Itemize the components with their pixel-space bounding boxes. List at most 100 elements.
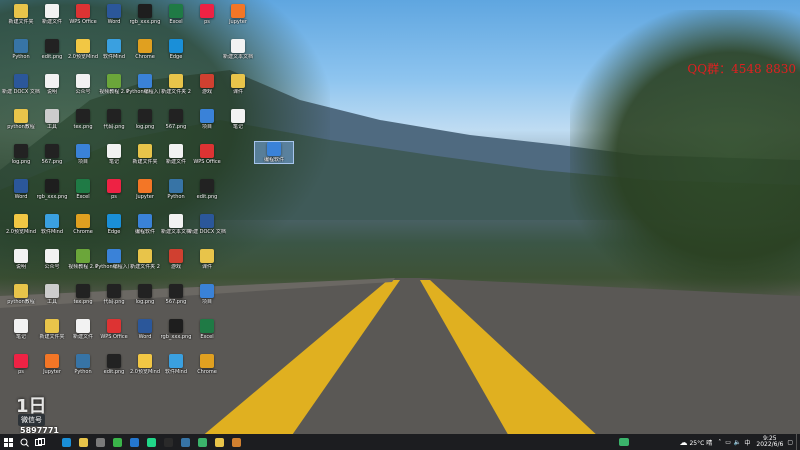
- task-view-button[interactable]: [32, 434, 48, 450]
- desktop-icon-label: Excel: [200, 334, 214, 340]
- file-icon: [14, 144, 28, 158]
- file-icon: [200, 249, 214, 263]
- file-icon: [45, 39, 59, 53]
- clock[interactable]: 9:25 2022/6/6: [756, 436, 783, 448]
- desktop-icon-label: edit.png: [196, 194, 218, 200]
- file-icon: [107, 284, 121, 298]
- network-icon[interactable]: ▭: [725, 439, 731, 446]
- desktop-icon[interactable]: 新建 DOCX 文档.docx: [188, 214, 226, 235]
- file-icon: [200, 214, 214, 228]
- file-icon: [169, 109, 183, 123]
- taskbar: ☁ 25°C 晴 ˄ ▭ 🔈 中 9:25 2022/6/6 ▢: [0, 434, 800, 450]
- notification-icon[interactable]: ▢: [787, 439, 793, 446]
- file-icon: [14, 354, 28, 368]
- file-icon: [45, 354, 59, 368]
- file-icon: [169, 319, 183, 333]
- watermark-pill: 微信号: [18, 414, 45, 426]
- taskbar-app-button[interactable]: [143, 434, 160, 450]
- channel-watermark: 1日 微信号 5897771: [6, 392, 64, 434]
- desktop[interactable]: 新建文件夹 新建文件 WPS Office Word rgb_xxx.png Excel p…: [0, 0, 800, 434]
- desktop-icon[interactable]: 项目: [188, 284, 226, 305]
- obs-icon: [164, 437, 173, 447]
- file-icon: [14, 214, 28, 228]
- file-icon: [107, 319, 121, 333]
- file-icon: [107, 39, 121, 53]
- desktop-icon[interactable]: 编程软件: [254, 141, 294, 164]
- system-tray: ☁ 25°C 晴 ˄ ▭ 🔈 中 9:25 2022/6/6 ▢: [619, 434, 800, 450]
- file-icon: [14, 109, 28, 123]
- file-icon: [267, 142, 281, 156]
- file-icon: [231, 39, 245, 53]
- file-icon: [76, 214, 90, 228]
- desktop-icon[interactable]: 笔记: [219, 109, 257, 130]
- file-explorer-icon: [79, 437, 88, 447]
- file-icon: [138, 4, 152, 18]
- show-desktop-button[interactable]: [796, 434, 800, 450]
- desktop-icon[interactable]: 课件: [219, 74, 257, 95]
- desktop-icon[interactable]: WPS Office: [188, 144, 226, 165]
- desktop-icon-label: 课件: [232, 89, 243, 95]
- file-icon: [107, 144, 121, 158]
- desktop-icon-label: Edge: [169, 54, 183, 60]
- input-method-icon[interactable]: 中: [744, 438, 750, 447]
- file-icon: [45, 144, 59, 158]
- desktop-icon[interactable]: Chrome: [188, 354, 226, 375]
- chevron-up-icon[interactable]: ˄: [718, 439, 721, 446]
- file-icon: [76, 4, 90, 18]
- file-icon: [138, 144, 152, 158]
- taskbar-app-button[interactable]: [75, 434, 92, 450]
- file-icon: [200, 284, 214, 298]
- desktop-icon[interactable]: 新建文本文档: [219, 39, 257, 60]
- file-icon: [107, 354, 121, 368]
- watermark-number: 5897771: [20, 426, 59, 434]
- file-icon: [200, 319, 214, 333]
- taskbar-app-button[interactable]: [109, 434, 126, 450]
- desktop-icon[interactable]: Jupyter: [219, 4, 257, 25]
- taskbar-app-button[interactable]: [211, 434, 228, 450]
- file-icon: [107, 4, 121, 18]
- wechat-icon: [113, 437, 122, 447]
- file-icon: [76, 144, 90, 158]
- file-icon: [14, 284, 28, 298]
- weather-text[interactable]: 25°C 晴: [689, 438, 712, 447]
- search-button[interactable]: [16, 434, 32, 450]
- qq-group-watermark: QQ群：4548 8830: [687, 62, 796, 76]
- file-icon: [107, 109, 121, 123]
- file-icon: [14, 39, 28, 53]
- taskbar-app-button[interactable]: [92, 434, 109, 450]
- file-icon: [231, 74, 245, 88]
- file-icon: [45, 109, 59, 123]
- file-icon: [169, 4, 183, 18]
- file-icon: [45, 4, 59, 18]
- desktop-icon-label: 课件: [201, 264, 212, 270]
- file-icon: [200, 4, 214, 18]
- file-icon: [76, 249, 90, 263]
- taskbar-app-button[interactable]: [228, 434, 245, 450]
- tray-app-icon[interactable]: [619, 438, 630, 446]
- desktop-icon[interactable]: 课件: [188, 249, 226, 270]
- file-icon: [138, 284, 152, 298]
- file-icon: [76, 284, 90, 298]
- file-icon: [169, 179, 183, 193]
- file-icon: [200, 144, 214, 158]
- start-button[interactable]: [0, 434, 16, 450]
- desktop-icon[interactable]: edit.png: [188, 179, 226, 200]
- file-icon: [138, 249, 152, 263]
- file-icon: [200, 354, 214, 368]
- forest-right: [570, 10, 800, 300]
- file-icon: [138, 354, 152, 368]
- file-icon: [76, 74, 90, 88]
- file-icon: [14, 179, 28, 193]
- cloud-icon: ☁: [679, 437, 688, 447]
- taskbar-app-button[interactable]: [177, 434, 194, 450]
- taskbar-app-button[interactable]: [194, 434, 211, 450]
- desktop-icon[interactable]: Edge: [157, 39, 195, 60]
- desktop-icon[interactable]: Excel: [188, 319, 226, 340]
- desktop-icon-label: 编程软件: [263, 157, 284, 163]
- taskbar-app-button[interactable]: [58, 434, 75, 450]
- taskbar-app-button[interactable]: [160, 434, 177, 450]
- taskbar-app-button[interactable]: [126, 434, 143, 450]
- volume-icon[interactable]: 🔈: [734, 439, 741, 446]
- file-icon: [107, 214, 121, 228]
- file-icon: [45, 74, 59, 88]
